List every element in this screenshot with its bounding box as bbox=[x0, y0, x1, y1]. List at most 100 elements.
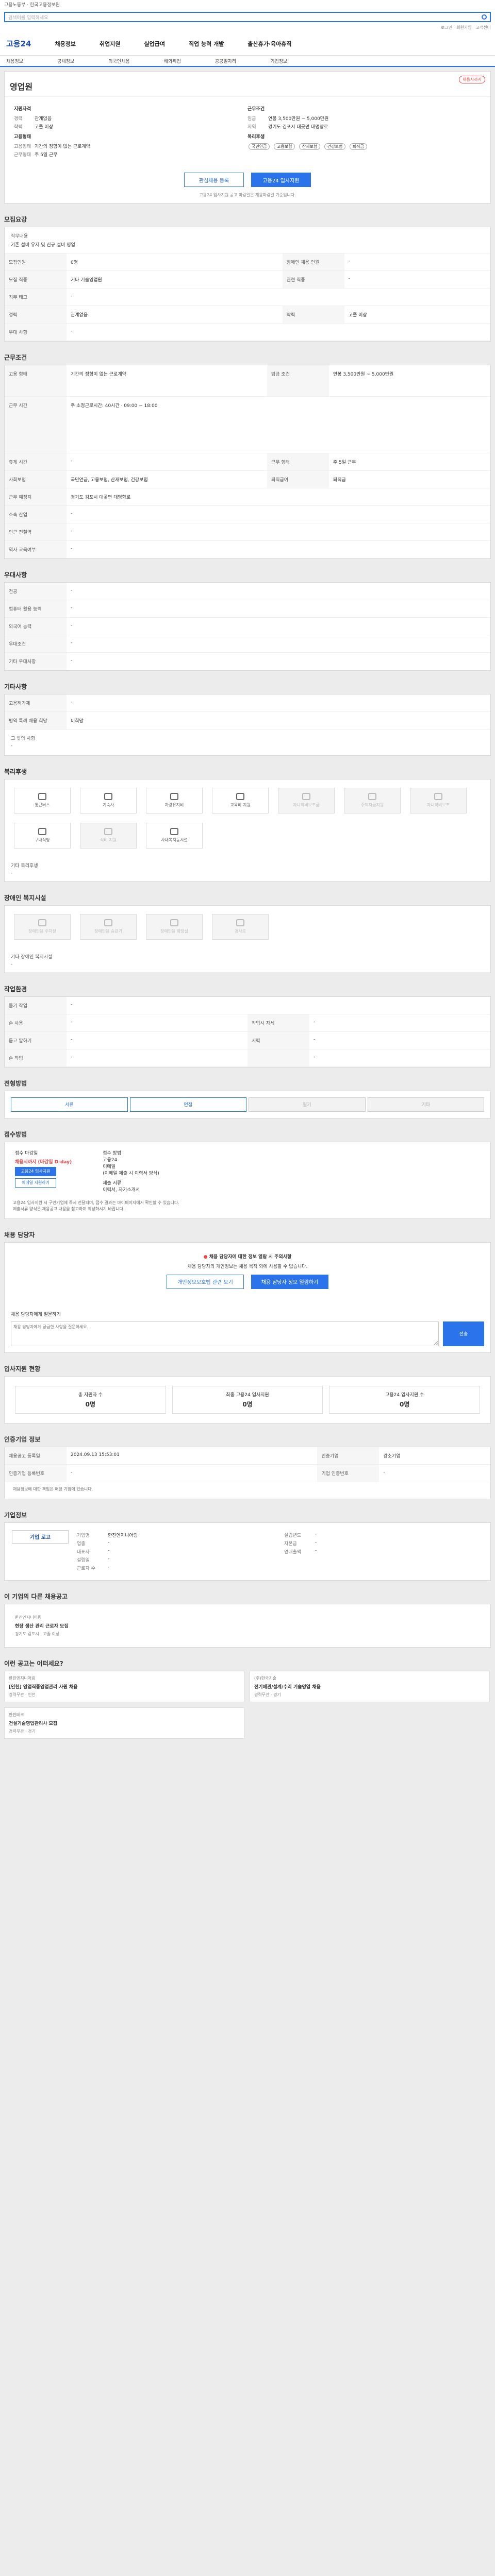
welfare-pill: 퇴직금 bbox=[349, 143, 367, 150]
section-title-pref: 우대사항 bbox=[4, 571, 27, 579]
table-row: 인근 전철역 - bbox=[5, 523, 490, 541]
lnb-item[interactable]: 공채정보 bbox=[57, 58, 74, 64]
section-title-cond: 작업환경 bbox=[4, 985, 27, 993]
welfare-icon bbox=[104, 828, 112, 835]
privacy-law-button[interactable]: 개인정보보호법 관련 보기 bbox=[167, 1274, 244, 1289]
gnb-item[interactable]: 채용정보 bbox=[55, 40, 75, 48]
facility-item: 장애인용 주차장 bbox=[14, 913, 71, 940]
section-title-others: 이 기업의 다른 채용공고 bbox=[4, 1592, 68, 1600]
list-item[interactable]: 한진엔지니어링 [인천] 영업직종영업관리 사원 채용 경력무관 · 인천 bbox=[4, 1670, 244, 1702]
table-row: 우대조건 - bbox=[5, 635, 490, 653]
disabled-section: 장애인용 주차장 장애인용 승강기 장애인용 화장실 경사로 기타 장애인 복지… bbox=[4, 905, 491, 973]
apply-button[interactable]: 고용24 입사지원 bbox=[251, 173, 311, 187]
table-row: 근무 시간 주 소정근로시간: 40시간 · 09:00 ~ 18:00 bbox=[5, 396, 490, 453]
section-title-work: 근무조건 bbox=[4, 354, 27, 361]
stat-box: 최종 고용24 입사지원 0명 bbox=[172, 1385, 323, 1414]
lnb-item[interactable]: 채용정보 bbox=[6, 58, 23, 64]
lnb-item[interactable]: 기업정보 bbox=[270, 58, 287, 64]
section-title-company: 기업정보 bbox=[4, 1511, 27, 1519]
welfare-heading: 복리후생 bbox=[248, 134, 265, 140]
email-apply-button[interactable]: 이메일 지원하기 bbox=[15, 1178, 56, 1188]
etc-section: 고용허가제 - 병역 특례 채용 희망 비희망 그 밖의 사항 - bbox=[4, 693, 491, 756]
table-row: 들기 작업 - bbox=[5, 996, 490, 1014]
login-link[interactable]: 로그인 bbox=[441, 25, 452, 32]
welfare-icon bbox=[368, 793, 376, 800]
emp-heading: 고용형태 bbox=[14, 134, 31, 140]
welfare-pill: 건강보험 bbox=[324, 143, 346, 150]
table-row: 역사 교육여부 - bbox=[5, 540, 490, 558]
method-written: 필기 bbox=[249, 1097, 366, 1112]
cond-heading: 근무조건 bbox=[248, 107, 265, 112]
recommend-list: 한진엔지니어링 [인천] 영업직종영업관리 사원 채용 경력무관 · 인천 (주)한… bbox=[0, 1670, 495, 1739]
site-logo[interactable]: 고용24 bbox=[6, 38, 31, 49]
interest-button[interactable]: 관심채용 등록 bbox=[184, 173, 244, 187]
top-bar: 고용노동부 · 한국고용정보원 bbox=[0, 0, 495, 9]
work-section: 고용 형태 기간의 정함이 없는 근로계약 임금 조건 연봉 3,500만원 ~ 5,… bbox=[4, 365, 491, 559]
table-row: 모집 직종 기타 기술영업원 관련 직종 - bbox=[5, 270, 490, 289]
section-title-stats: 입사지원 현황 bbox=[4, 1365, 41, 1372]
list-item[interactable]: (주)한국기술 전기배관/설계/수리 기술영업 채용 경력무관 · 경기 bbox=[250, 1670, 490, 1702]
table-row: 인증기업 등록번호 - 기업 인증번호 - bbox=[5, 1464, 490, 1482]
welfare-icon bbox=[302, 793, 310, 800]
table-row: 병역 특례 채용 희망 비희망 bbox=[5, 711, 490, 730]
company-logo: 기업 로고 bbox=[12, 1530, 69, 1544]
table-row: 고용허가제 - bbox=[5, 694, 490, 712]
lnb-item[interactable]: 해외취업 bbox=[164, 58, 181, 64]
gnb-item[interactable]: 실업급여 bbox=[144, 40, 164, 48]
welfare-icon bbox=[170, 828, 178, 835]
search-input[interactable]: 검색어를 입력하세요 bbox=[4, 12, 491, 22]
stat-box: 고용24 입사지원 수 0명 bbox=[329, 1385, 481, 1414]
deadline-badge: 채용시까지 bbox=[459, 76, 485, 83]
welfare-item: 자녀학비보조금 bbox=[278, 787, 335, 814]
job-summary-card: 채용시까지 영업원 지원자격 경력 관계없음 학력 고졸 이상 고용형태 고용형태 기… bbox=[4, 71, 491, 204]
table-row: 손 사용 - 작업시 자세 - bbox=[5, 1014, 490, 1032]
list-item[interactable]: 한진엔지니어링 현장 생산 관리 근로자 모집 경기도 김포시 · 고졸 이상 bbox=[11, 1610, 484, 1641]
welfare-icon bbox=[236, 793, 244, 800]
job-summary: 지원자격 경력 관계없음 학력 고졸 이상 고용형태 고용형태 기간의 정함이 없는 … bbox=[5, 96, 490, 164]
others-section: 한진엔지니어링 현장 생산 관리 근로자 모집 경기도 김포시 · 고졸 이상 bbox=[4, 1603, 491, 1648]
receipt-apply-button[interactable]: 고용24 입사지원 bbox=[15, 1166, 56, 1176]
recruit-table: 모집인원 0명 장애인 채용 인원 - 모집 직종 기타 기술영업원 관련 직종 - 직무 … bbox=[5, 253, 490, 341]
list-item[interactable]: 한진테크 건설기술영업관리사 모집 경력무관 · 경기 bbox=[4, 1707, 244, 1739]
welfare-item: 자녀학비보조 bbox=[410, 787, 467, 814]
view-manager-button[interactable]: 채용 담당자 정보 열람하기 bbox=[251, 1274, 328, 1289]
table-row: 고용 형태 기간의 정함이 없는 근로계약 임금 조건 연봉 3,500만원 ~ 5,… bbox=[5, 365, 490, 397]
gnb-item[interactable]: 직업 능력 개발 bbox=[189, 40, 224, 48]
util-links: 로그인 회원가입 고객센터 bbox=[0, 25, 495, 32]
section-title-receipt: 접수방법 bbox=[4, 1130, 27, 1138]
table-row: 기타 우대사항 - bbox=[5, 652, 490, 670]
search-row: 검색어를 입력하세요 bbox=[0, 9, 495, 25]
local-nav: 채용정보 공채정보 외국인채용 해외취업 공공일자리 기업정보 bbox=[0, 56, 495, 67]
method-etc: 기타 bbox=[367, 1097, 484, 1112]
cond-section: 들기 작업 - 손 사용 - 작업시 자세 - 듣고 말하기 - 시력 - 손 작업 - - bbox=[4, 996, 491, 1067]
gnb-item[interactable]: 출산휴가·육아휴직 bbox=[248, 40, 291, 48]
global-nav: 고용24 채용정보 취업지원 실업급여 직업 능력 개발 출산휴가·육아휴직 bbox=[0, 32, 495, 56]
qual-heading: 지원자격 bbox=[14, 107, 31, 112]
search-icon[interactable] bbox=[482, 14, 487, 20]
welfare-icon bbox=[38, 793, 46, 800]
elevator-icon bbox=[104, 919, 112, 926]
welfare-item: 통근버스 bbox=[14, 787, 71, 814]
table-row: 휴게 시간 - 근무 형태 주 5일 근무 bbox=[5, 453, 490, 471]
table-row: 채용공고 등록일 2024.09.13 15:53:01 인증기업 강소기업 bbox=[5, 1447, 490, 1465]
question-input[interactable] bbox=[11, 1321, 439, 1346]
facility-item: 장애인용 화장실 bbox=[146, 913, 203, 940]
welfare-item: 기숙사 bbox=[80, 787, 137, 814]
gnb-item[interactable]: 취업지원 bbox=[100, 40, 120, 48]
disabled-icons: 장애인용 주차장 장애인용 승강기 장애인용 화장실 경사로 bbox=[5, 906, 490, 948]
lnb-item[interactable]: 공공일자리 bbox=[215, 58, 236, 64]
table-row: 컴퓨터 활용 능력 - bbox=[5, 600, 490, 618]
period-section: 채용공고 등록일 2024.09.13 15:53:01 인증기업 강소기업 인증기업… bbox=[4, 1446, 491, 1499]
table-row: 직무 태그 - bbox=[5, 288, 490, 306]
welfare-icon bbox=[434, 793, 442, 800]
welfare-icon bbox=[104, 793, 112, 800]
welfare-item: 식비 지원 bbox=[80, 822, 137, 849]
lnb-item[interactable]: 외국인채용 bbox=[108, 58, 129, 64]
help-link[interactable]: 고객센터 bbox=[476, 25, 491, 32]
summary-left: 지원자격 경력 관계없음 학력 고졸 이상 고용형태 고용형태 기간의 정함이 없는 … bbox=[14, 102, 248, 159]
summary-right: 근무조건 임금 연봉 3,500만원 ~ 5,000만원 지역 경기도 김포시 대곶… bbox=[248, 102, 481, 159]
send-button[interactable]: 전송 bbox=[443, 1321, 484, 1346]
signup-link[interactable]: 회원가입 bbox=[456, 25, 471, 32]
top-text: 고용노동부 · 한국고용정보원 bbox=[4, 3, 60, 8]
stat-box: 총 지원자 수 0명 bbox=[15, 1385, 166, 1414]
